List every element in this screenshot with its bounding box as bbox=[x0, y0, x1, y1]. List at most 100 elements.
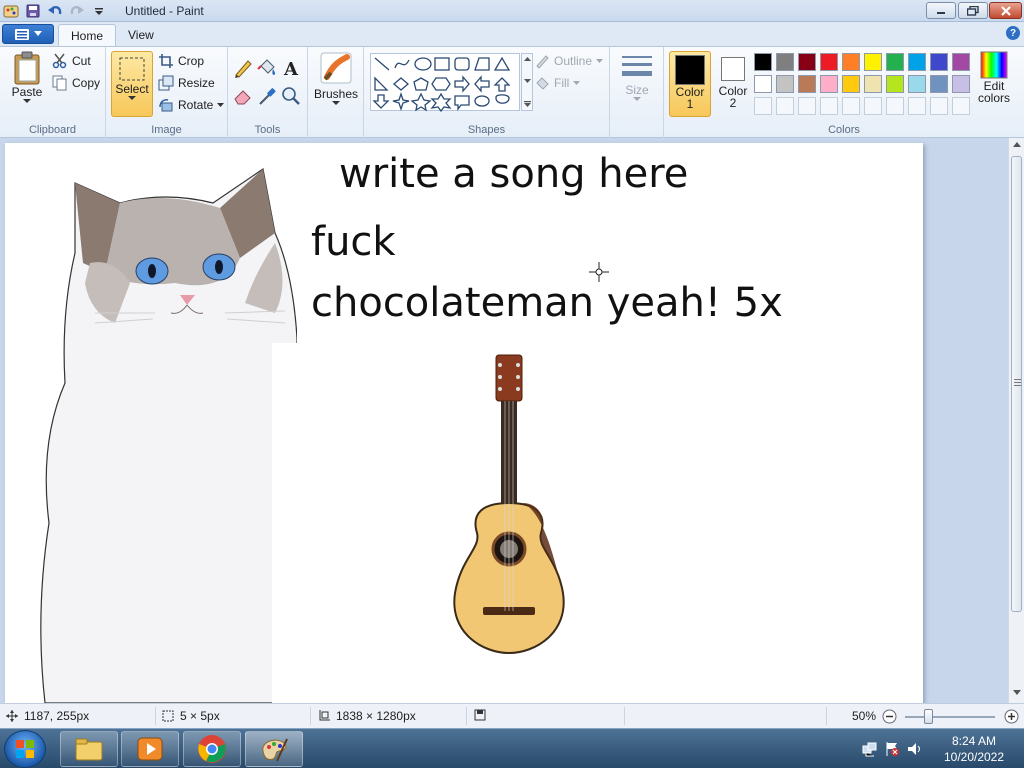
palette-swatch-r1-c5[interactable] bbox=[842, 53, 860, 71]
palette-swatch-r2-c8[interactable] bbox=[908, 75, 926, 93]
start-button[interactable] bbox=[4, 730, 46, 768]
scrollbar-thumb[interactable] bbox=[1011, 156, 1022, 612]
palette-swatch-r2-c1[interactable] bbox=[754, 75, 772, 93]
palette-swatch-r1-c2[interactable] bbox=[776, 53, 794, 71]
scroll-down-icon[interactable] bbox=[1013, 690, 1021, 696]
taskbar-chrome[interactable] bbox=[183, 731, 241, 767]
color1-button[interactable]: Color 1 bbox=[669, 51, 711, 117]
zoom-out-icon[interactable] bbox=[882, 709, 897, 724]
palette-swatch-r2-c7[interactable] bbox=[886, 75, 904, 93]
paint-menu-button[interactable] bbox=[2, 24, 54, 44]
crop-button[interactable]: Crop bbox=[158, 51, 204, 71]
taskbar-paint[interactable] bbox=[245, 731, 303, 767]
brushes-button[interactable]: Brushes bbox=[312, 51, 360, 117]
zoom-in-icon[interactable] bbox=[1004, 709, 1019, 724]
menu-icon bbox=[14, 28, 29, 40]
size-button[interactable]: Size bbox=[616, 53, 658, 115]
resize-button[interactable]: Resize bbox=[158, 73, 215, 93]
more-shapes-icon bbox=[523, 101, 531, 107]
hexagon-shape-icon bbox=[431, 77, 451, 91]
minimize-button[interactable] bbox=[926, 2, 956, 19]
colors-group: Color 1 Color 2 Edit colors Colors bbox=[664, 47, 1024, 139]
palette-custom-slot[interactable] bbox=[776, 97, 794, 115]
palette-swatch-r2-c10[interactable] bbox=[952, 75, 970, 93]
fill-button[interactable]: Fill bbox=[534, 73, 581, 93]
canvas-workspace[interactable]: write a song here fuck chocolateman yeah… bbox=[0, 138, 1008, 703]
tab-home[interactable]: Home bbox=[58, 24, 117, 46]
save-icon[interactable] bbox=[24, 2, 42, 20]
fill-bucket-icon[interactable] bbox=[256, 57, 278, 79]
palette-swatch-r2-c2[interactable] bbox=[776, 75, 794, 93]
action-center-flag-icon[interactable] bbox=[884, 741, 900, 757]
palette-swatch-r1-c7[interactable] bbox=[886, 53, 904, 71]
crop-icon bbox=[159, 54, 173, 68]
select-rect-icon bbox=[119, 57, 145, 81]
clock[interactable]: 8:24 AM 10/20/2022 bbox=[936, 733, 1012, 765]
outline-button[interactable]: Outline bbox=[534, 51, 604, 71]
magnifier-icon[interactable] bbox=[280, 85, 302, 107]
palette-swatch-r1-c4[interactable] bbox=[820, 53, 838, 71]
copy-button[interactable]: Copy bbox=[52, 73, 100, 93]
scroll-up-icon[interactable] bbox=[1013, 142, 1021, 148]
palette-custom-slot[interactable] bbox=[820, 97, 838, 115]
palette-custom-slot[interactable] bbox=[930, 97, 948, 115]
right-triangle-shape-icon bbox=[374, 76, 389, 91]
palette-swatch-r2-c9[interactable] bbox=[930, 75, 948, 93]
image-group: Select Crop Resize Rotate Image bbox=[106, 47, 228, 139]
system-tray bbox=[862, 731, 922, 767]
paint-app-icon[interactable] bbox=[2, 2, 20, 20]
pencil-icon[interactable] bbox=[232, 57, 254, 79]
palette-swatch-r2-c3[interactable] bbox=[798, 75, 816, 93]
tab-view[interactable]: View bbox=[116, 24, 166, 46]
vertical-scrollbar[interactable] bbox=[1008, 138, 1024, 703]
palette-swatch-r2-c4[interactable] bbox=[820, 75, 838, 93]
undo-icon[interactable] bbox=[46, 2, 64, 20]
palette-swatch-r1-c1[interactable] bbox=[754, 53, 772, 71]
palette-custom-slot[interactable] bbox=[754, 97, 772, 115]
cursor-position: 1187, 255px bbox=[6, 709, 89, 723]
palette-custom-slot[interactable] bbox=[864, 97, 882, 115]
cut-button[interactable]: Cut bbox=[52, 51, 91, 71]
paste-button[interactable]: Paste bbox=[6, 51, 48, 117]
palette-custom-slot[interactable] bbox=[952, 97, 970, 115]
down-arrow-shape-icon bbox=[372, 94, 390, 109]
help-icon[interactable]: ? bbox=[1006, 26, 1020, 40]
palette-swatch-r1-c3[interactable] bbox=[798, 53, 816, 71]
palette-swatch-r1-c9[interactable] bbox=[930, 53, 948, 71]
paint-palette-icon bbox=[262, 738, 288, 762]
palette-swatch-r1-c8[interactable] bbox=[908, 53, 926, 71]
network-icon[interactable] bbox=[862, 741, 878, 757]
volume-icon[interactable] bbox=[906, 741, 922, 757]
close-button[interactable] bbox=[989, 2, 1022, 19]
outline-icon bbox=[536, 55, 549, 69]
palette-custom-slot[interactable] bbox=[908, 97, 926, 115]
color-picker-icon[interactable] bbox=[256, 85, 278, 107]
shapes-gallery[interactable] bbox=[370, 53, 520, 113]
restore-button[interactable] bbox=[958, 2, 988, 19]
taskbar-media-player[interactable] bbox=[121, 731, 179, 767]
rotate-button[interactable]: Rotate bbox=[158, 95, 225, 115]
palette-swatch-r2-c5[interactable] bbox=[842, 75, 860, 93]
text-icon[interactable]: A bbox=[280, 57, 302, 79]
color2-button[interactable]: Color 2 bbox=[714, 51, 752, 117]
redo-icon[interactable] bbox=[68, 2, 86, 20]
eraser-icon[interactable] bbox=[232, 85, 254, 107]
select-button[interactable]: Select bbox=[111, 51, 153, 117]
edit-colors-button[interactable]: Edit colors bbox=[974, 51, 1014, 117]
palette-custom-slot[interactable] bbox=[798, 97, 816, 115]
taskbar-explorer[interactable] bbox=[60, 731, 118, 767]
palette-custom-slot[interactable] bbox=[886, 97, 904, 115]
rounded-rectangle-shape-icon bbox=[454, 57, 470, 71]
zoom-slider-thumb[interactable] bbox=[924, 709, 933, 724]
palette-swatch-r1-c10[interactable] bbox=[952, 53, 970, 71]
customize-toolbar-icon[interactable] bbox=[90, 2, 108, 20]
drawing-canvas[interactable]: write a song here fuck chocolateman yeah… bbox=[5, 143, 923, 703]
zoom-slider-track[interactable] bbox=[905, 716, 995, 718]
color-palette bbox=[754, 53, 970, 115]
palette-custom-slot[interactable] bbox=[842, 97, 860, 115]
shapes-scroll[interactable] bbox=[521, 53, 533, 111]
chevron-down-icon bbox=[332, 101, 340, 105]
palette-swatch-r1-c6[interactable] bbox=[864, 53, 882, 71]
palette-swatch-r2-c6[interactable] bbox=[864, 75, 882, 93]
cloud-callout-shape-icon bbox=[495, 94, 510, 104]
